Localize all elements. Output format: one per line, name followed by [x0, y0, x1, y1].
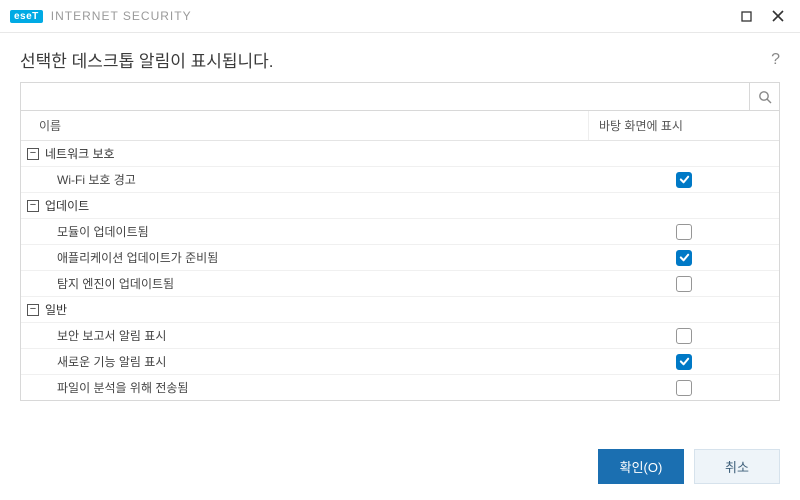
group-label: 네트워크 보호	[45, 145, 115, 162]
item-label: 파일이 분석을 위해 전송됨	[21, 375, 589, 400]
window-close-button[interactable]	[766, 6, 790, 26]
item-label: 보안 보고서 알림 표시	[21, 323, 589, 348]
group-label: 업데이트	[45, 197, 89, 214]
item-label: 애플리케이션 업데이트가 준비됨	[21, 245, 589, 270]
item-check-cell	[589, 378, 779, 398]
search-row	[20, 82, 780, 110]
item-row: 탐지 엔진이 업데이트됨	[21, 271, 779, 297]
show-on-desktop-checkbox[interactable]	[676, 250, 692, 266]
show-on-desktop-checkbox[interactable]	[676, 276, 692, 292]
square-icon	[741, 11, 752, 22]
window-maximize-button[interactable]	[734, 6, 758, 26]
item-check-cell	[589, 352, 779, 372]
close-icon	[772, 10, 784, 22]
item-check-cell	[589, 326, 779, 346]
grid-body: −네트워크 보호Wi-Fi 보호 경고−업데이트모듈이 업데이트됨애플리케이션 …	[21, 141, 779, 400]
collapse-icon[interactable]: −	[27, 304, 39, 316]
group-row[interactable]: −업데이트	[21, 193, 779, 219]
item-row: 모듈이 업데이트됨	[21, 219, 779, 245]
show-on-desktop-checkbox[interactable]	[676, 354, 692, 370]
collapse-icon[interactable]: −	[27, 200, 39, 212]
item-check-cell	[589, 170, 779, 190]
item-row: Wi-Fi 보호 경고	[21, 167, 779, 193]
search-input[interactable]	[21, 83, 749, 110]
group-row[interactable]: −네트워크 보호	[21, 141, 779, 167]
search-icon	[758, 90, 772, 104]
item-row: 새로운 기능 알림 표시	[21, 349, 779, 375]
content: 이름 바탕 화면에 표시 −네트워크 보호Wi-Fi 보호 경고−업데이트모듈이…	[0, 82, 800, 435]
search-button[interactable]	[749, 83, 779, 110]
grid-header: 이름 바탕 화면에 표시	[21, 111, 779, 141]
group-row[interactable]: −일반	[21, 297, 779, 323]
show-on-desktop-checkbox[interactable]	[676, 172, 692, 188]
item-row: 파일이 분석을 위해 전송됨	[21, 375, 779, 400]
product-name: INTERNET SECURITY	[51, 9, 192, 23]
ok-button[interactable]: 확인(O)	[598, 449, 684, 484]
header: 선택한 데스크톱 알림이 표시됩니다. ?	[0, 33, 800, 82]
item-label: 모듈이 업데이트됨	[21, 219, 589, 244]
column-header-name[interactable]: 이름	[21, 111, 589, 140]
group-label: 일반	[45, 301, 67, 318]
collapse-icon[interactable]: −	[27, 148, 39, 160]
item-label: 탐지 엔진이 업데이트됨	[21, 271, 589, 296]
brand-logo: eseT	[10, 10, 43, 23]
item-row: 보안 보고서 알림 표시	[21, 323, 779, 349]
item-row: 애플리케이션 업데이트가 준비됨	[21, 245, 779, 271]
cancel-button[interactable]: 취소	[694, 449, 780, 484]
item-check-cell	[589, 274, 779, 294]
item-check-cell	[589, 248, 779, 268]
notification-grid: 이름 바탕 화면에 표시 −네트워크 보호Wi-Fi 보호 경고−업데이트모듈이…	[20, 110, 780, 401]
item-label: 새로운 기능 알림 표시	[21, 349, 589, 374]
column-header-show[interactable]: 바탕 화면에 표시	[589, 111, 779, 140]
show-on-desktop-checkbox[interactable]	[676, 328, 692, 344]
page-title: 선택한 데스크톱 알림이 표시됩니다.	[20, 47, 274, 72]
item-check-cell	[589, 222, 779, 242]
help-button[interactable]: ?	[771, 51, 780, 69]
show-on-desktop-checkbox[interactable]	[676, 224, 692, 240]
show-on-desktop-checkbox[interactable]	[676, 380, 692, 396]
footer: 확인(O) 취소	[0, 435, 800, 500]
titlebar: eseT INTERNET SECURITY	[0, 0, 800, 33]
item-label: Wi-Fi 보호 경고	[21, 167, 589, 192]
